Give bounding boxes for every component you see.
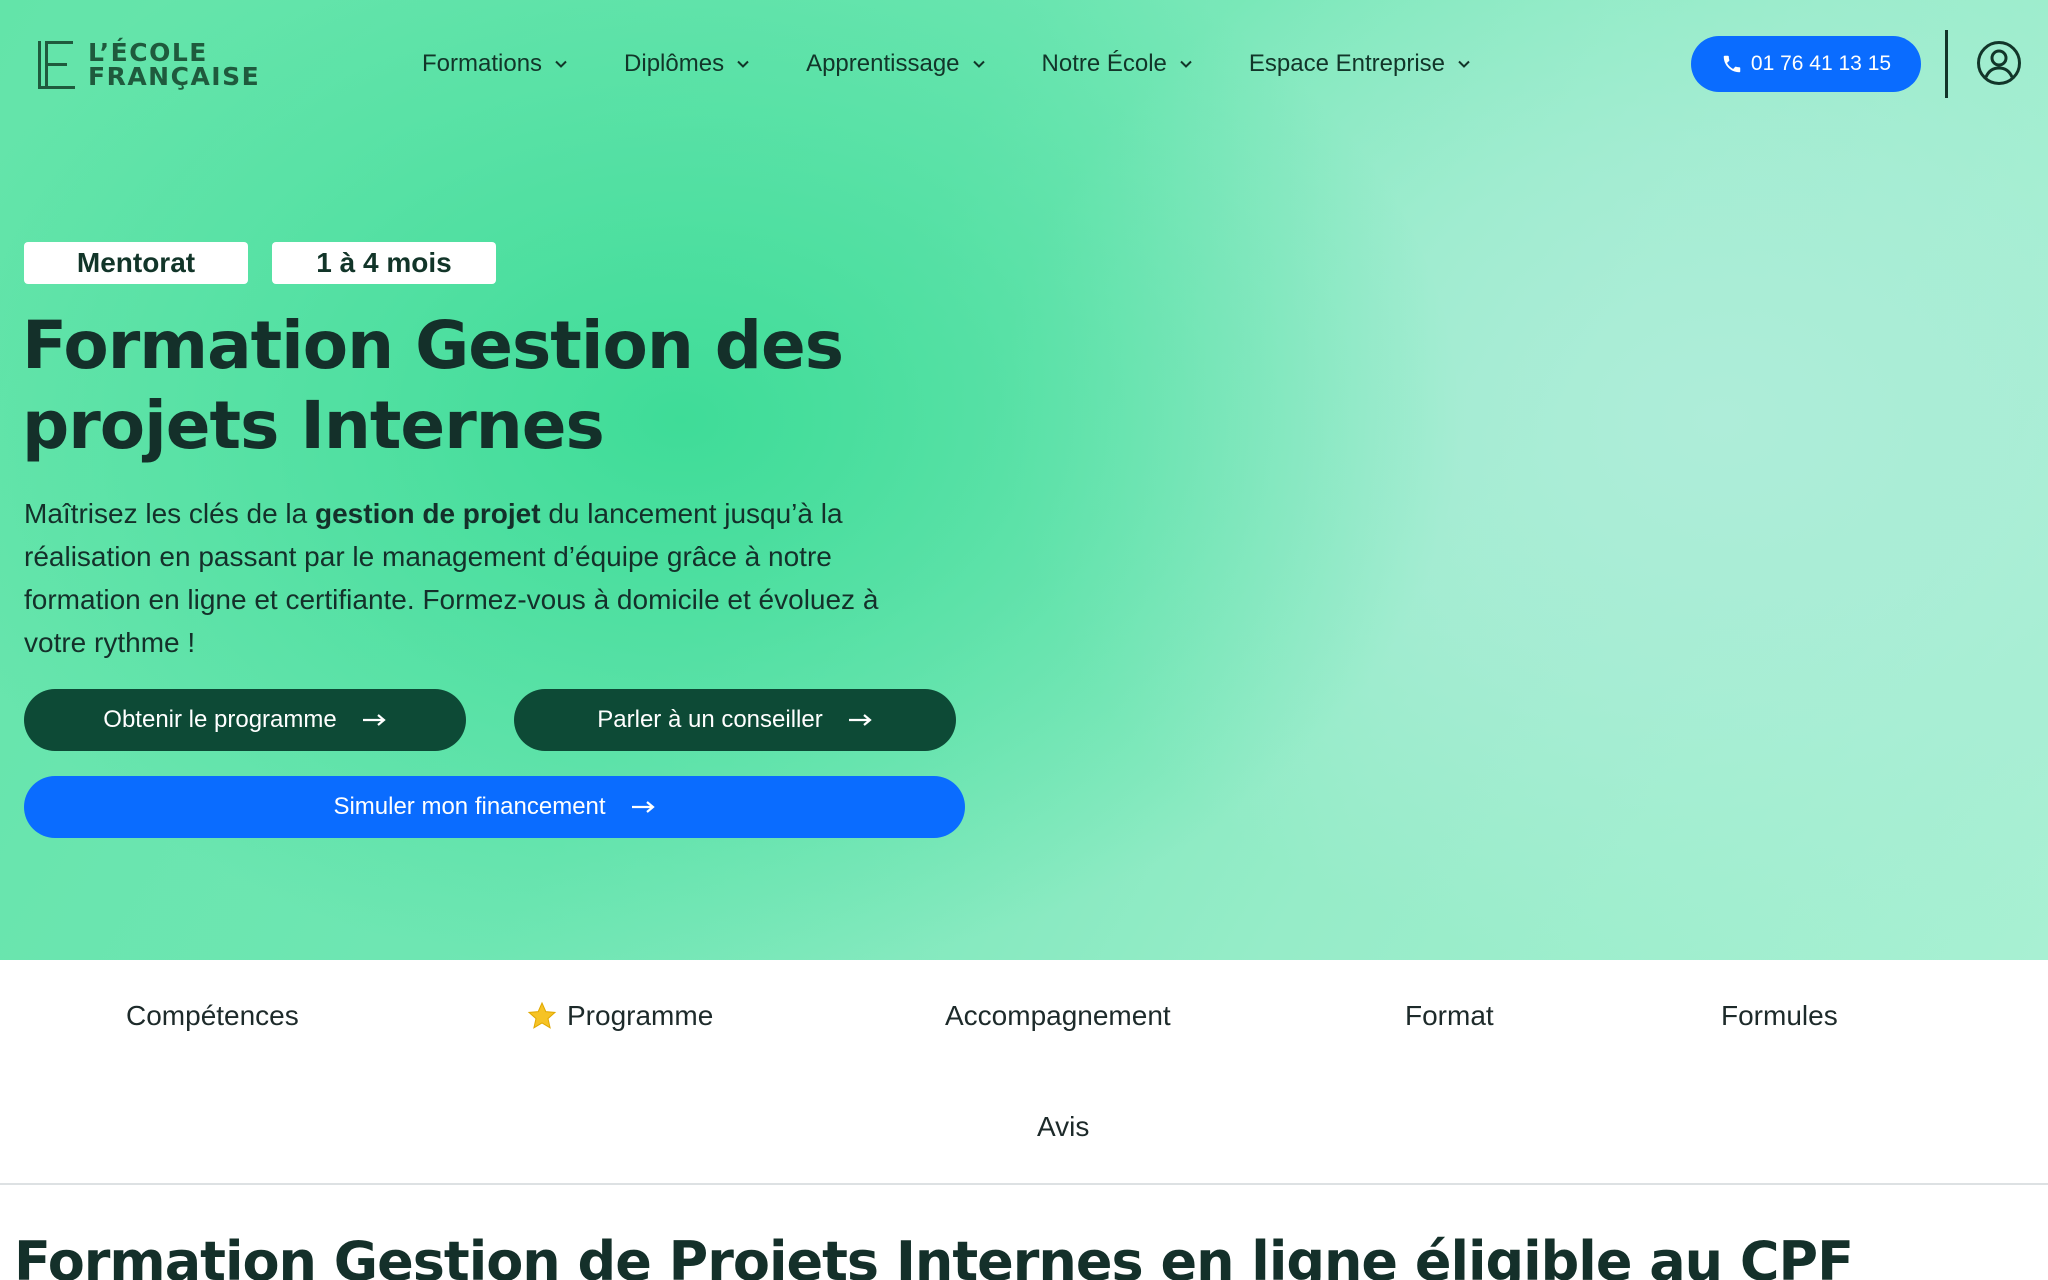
page-title-line1: Formation Gestion des [22, 307, 844, 384]
nav-item-espace-entreprise[interactable]: Espace Entreprise [1249, 50, 1471, 78]
phone-button[interactable]: 01 76 41 13 15 [1691, 36, 1921, 92]
phone-icon [1723, 55, 1741, 73]
nav-label: Diplômes [624, 50, 725, 77]
badge-duration: 1 à 4 mois [272, 242, 496, 284]
nav-item-notre-ecole[interactable]: Notre École [1042, 50, 1193, 78]
chevron-down-icon [737, 60, 749, 68]
chevron-down-icon [972, 60, 985, 68]
nav-label: Apprentissage [806, 50, 960, 77]
chevron-down-icon [1180, 60, 1192, 68]
nav-item-diplomes[interactable]: Diplômes [624, 50, 750, 78]
tab-format[interactable]: Format [1405, 996, 1494, 1036]
description-text: Maîtrisez les clés de la [24, 498, 315, 529]
arrow-right-icon [362, 714, 386, 726]
star-icon [527, 1001, 557, 1029]
tab-programme[interactable]: Programme [527, 996, 713, 1036]
phone-number: 01 76 41 13 15 [1750, 52, 1892, 75]
arrow-right-icon [631, 801, 655, 813]
simulate-financing-button[interactable]: Simuler mon financement [24, 776, 965, 838]
button-label: Parler à un conseiller [597, 706, 823, 733]
badge-mentorat: Mentorat [24, 242, 248, 284]
hero-section: L’ÉCOLE FRANÇAISE Formations Diplômes Ap… [0, 0, 2048, 960]
arrow-right-icon [848, 714, 872, 726]
nav-label: Espace Entreprise [1248, 50, 1446, 77]
section-tabs: Compétences Programme Accompagnement For… [0, 960, 2048, 1185]
nav-item-formations[interactable]: Formations [422, 50, 568, 78]
chevron-down-icon [555, 60, 567, 68]
main-nav: Formations Diplômes Apprentissage Notre … [422, 44, 1527, 84]
tab-accompagnement[interactable]: Accompagnement [945, 996, 1171, 1036]
tab-avis[interactable]: Avis [1037, 1107, 1089, 1147]
chevron-down-icon [1458, 60, 1470, 68]
tab-label: Avis [1037, 1111, 1090, 1142]
tab-label: Programme [567, 1000, 714, 1031]
logo-line2: FRANÇAISE [88, 62, 261, 91]
talk-to-advisor-button[interactable]: Parler à un conseiller [514, 689, 956, 751]
hero-description: Maîtrisez les clés de la gestion de proj… [24, 492, 924, 664]
button-label: Simuler mon financement [333, 793, 606, 820]
section-title: Formation Gestion de Projets Internes en… [14, 1230, 1854, 1280]
button-label: Obtenir le programme [103, 706, 337, 733]
tab-label: Accompagnement [945, 1000, 1171, 1031]
nav-item-apprentissage[interactable]: Apprentissage [806, 50, 985, 78]
get-program-button[interactable]: Obtenir le programme [24, 689, 466, 751]
site-logo[interactable]: L’ÉCOLE FRANÇAISE [36, 38, 260, 92]
page-title: Formation Gestion des projets Internes [22, 306, 922, 466]
user-circle-icon[interactable] [1976, 40, 2022, 86]
tab-label: Formules [1721, 1000, 1838, 1031]
nav-label: Notre École [1041, 50, 1167, 77]
tab-competences[interactable]: Compétences [126, 996, 299, 1036]
tab-label: Format [1405, 1000, 1494, 1031]
page-title-line2: projets Internes [22, 387, 605, 464]
tab-label: Compétences [126, 1000, 299, 1031]
nav-label: Formations [422, 50, 543, 77]
logo-monogram-icon [38, 41, 75, 89]
header-divider [1945, 30, 1948, 98]
tab-formules[interactable]: Formules [1721, 996, 1838, 1036]
description-bold: gestion de projet [315, 498, 541, 529]
